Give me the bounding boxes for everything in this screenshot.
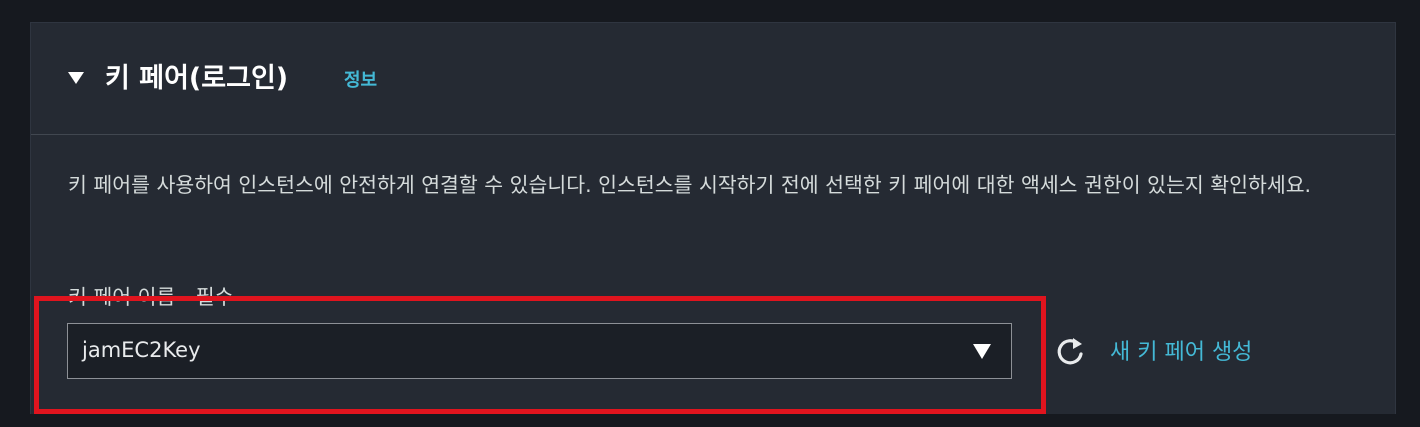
refresh-button[interactable] (1051, 333, 1089, 371)
create-new-key-pair-link[interactable]: 새 키 페어 생성 (1110, 334, 1252, 366)
info-link[interactable]: 정보 (344, 66, 377, 92)
key-pair-panel: 키 페어(로그인) 정보 키 페어를 사용하여 인스턴스에 안전하게 연결할 수… (30, 22, 1396, 414)
key-pair-name-label: 키 페어 이름 - 필수 (68, 285, 234, 309)
section-description: 키 페어를 사용하여 인스턴스에 안전하게 연결할 수 있습니다. 인스턴스를 … (68, 173, 1312, 197)
panel-header[interactable]: 키 페어(로그인) 정보 (31, 23, 1395, 135)
caret-down-icon[interactable] (68, 72, 84, 84)
refresh-icon (1057, 338, 1083, 365)
dropdown-arrow-icon (973, 344, 991, 359)
key-pair-selected-value: jamEC2Key (82, 338, 201, 362)
key-pair-select[interactable]: jamEC2Key (67, 323, 1012, 379)
section-title: 키 페어(로그인) (105, 63, 289, 94)
